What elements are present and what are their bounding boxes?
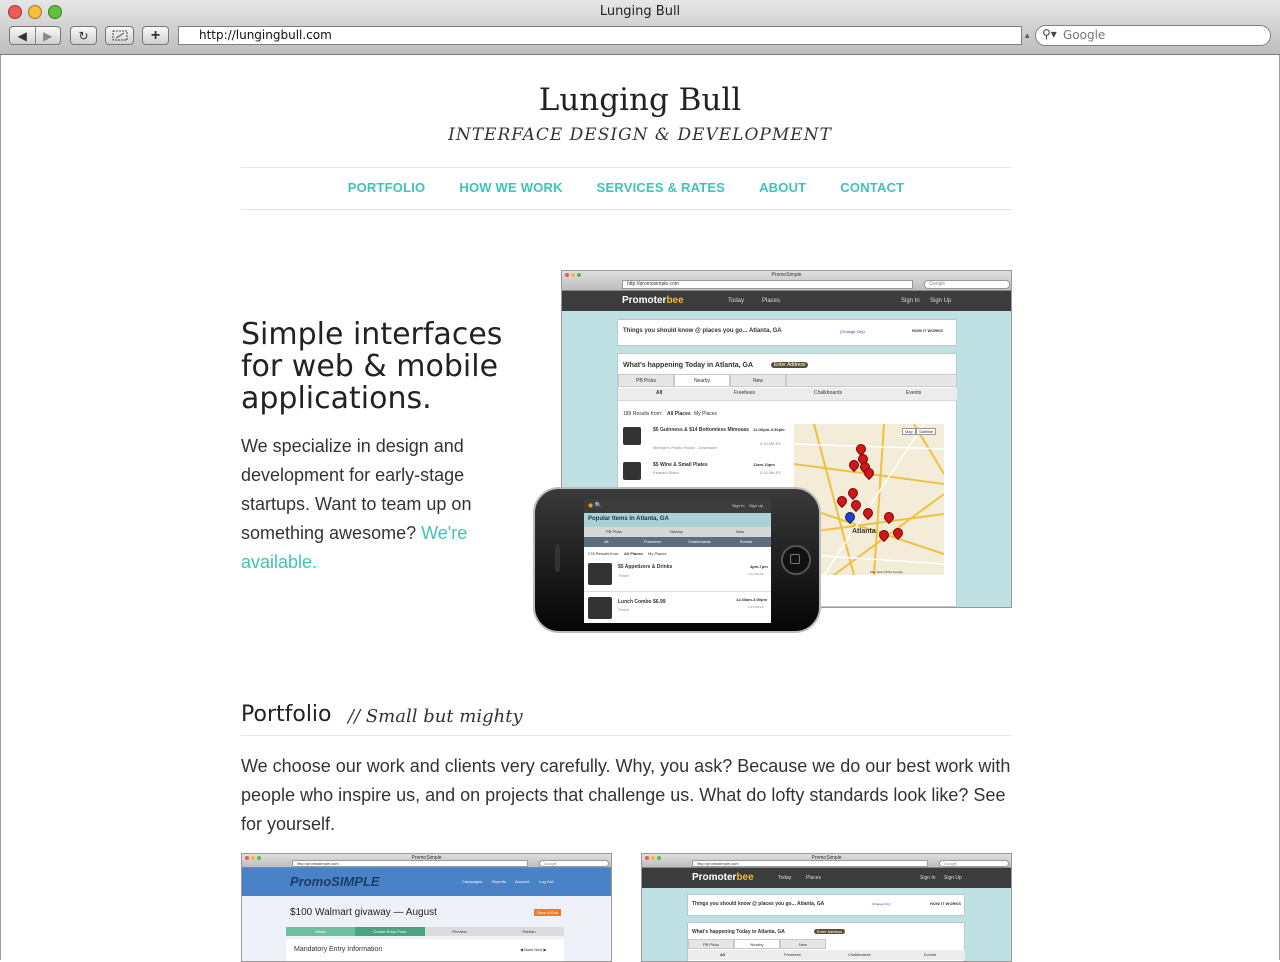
snapback-icon[interactable] (105, 26, 134, 45)
hero-heading: Simple interfaces for web & mobile appli… (241, 317, 503, 416)
search-icon: ⚲▾ (1042, 27, 1057, 41)
nav-portfolio[interactable]: PORTFOLIO (348, 180, 426, 195)
add-bookmark-button[interactable]: + (142, 26, 169, 45)
divider (241, 209, 1011, 210)
nav-contact[interactable]: CONTACT (840, 180, 904, 195)
chalkboard-icon (623, 462, 641, 480)
home-button (781, 545, 811, 575)
nav-how-we-work[interactable]: HOW WE WORK (459, 180, 562, 195)
nav-services-rates[interactable]: SERVICES & RATES (597, 180, 725, 195)
portfolio-heading: Portfolio (241, 702, 332, 727)
portfolio-thumb-promoterbee[interactable]: PromoSimple http://promosimple.com Googl… (641, 853, 1012, 962)
browser-toolbar: Lunging Bull ◀ ▶ ↻ + http://lungingbull.… (0, 0, 1280, 55)
chalkboard-icon (623, 427, 641, 445)
nav-about[interactable]: ABOUT (759, 180, 806, 195)
window-title: Lunging Bull (599, 4, 681, 19)
screenshot-url: http://promosimple.com (622, 280, 913, 289)
portfolio-text: We choose our work and clients very care… (241, 756, 1011, 834)
back-button[interactable]: ◀ (10, 29, 35, 43)
divider (241, 167, 1011, 168)
search-placeholder: Google (1063, 28, 1106, 42)
screenshot-title: PromoSimple (771, 272, 802, 278)
address-bar-menu-icon[interactable]: ▴ (1025, 30, 1030, 41)
screenshot-header: Promoterbee Today Places Sign In Sign Up (562, 291, 1011, 311)
back-forward-buttons: ◀ ▶ (9, 26, 61, 45)
chalkboard-icon (588, 563, 612, 585)
promosimple-logo: PromoSIMPLE (290, 874, 380, 889)
phone-screen: ◉ 🔍 Sign In Sign Up Popular Items in Atl… (584, 499, 771, 623)
search-field[interactable]: ⚲▾ Google (1035, 25, 1271, 46)
main-nav: PORTFOLIO HOW WE WORK SERVICES & RATES A… (241, 180, 1011, 195)
divider (241, 735, 1011, 736)
portfolio-thumb-promosimple[interactable]: PromoSimple http://promosimple.com Googl… (241, 853, 612, 962)
forward-button[interactable]: ▶ (36, 29, 61, 43)
promoterbee-logo: Promoterbee (622, 295, 684, 306)
iphone-mockup: ◉ 🔍 Sign In Sign Up Popular Items in Atl… (533, 487, 821, 633)
hero-text: We specialize in design and development … (241, 436, 472, 572)
chalkboard-icon (588, 597, 612, 619)
reload-button[interactable]: ↻ (70, 26, 97, 45)
address-bar[interactable]: http://lungingbull.com (178, 26, 1022, 45)
site-tagline: INTERFACE DESIGN & DEVELOPMENT (448, 125, 832, 145)
screenshot-search: Google (924, 280, 1010, 289)
site-title[interactable]: Lunging Bull (0, 82, 1280, 118)
pb-logo-icon: ◉ 🔍 (588, 503, 603, 509)
portfolio-subheading: // Small but mighty (348, 706, 523, 727)
